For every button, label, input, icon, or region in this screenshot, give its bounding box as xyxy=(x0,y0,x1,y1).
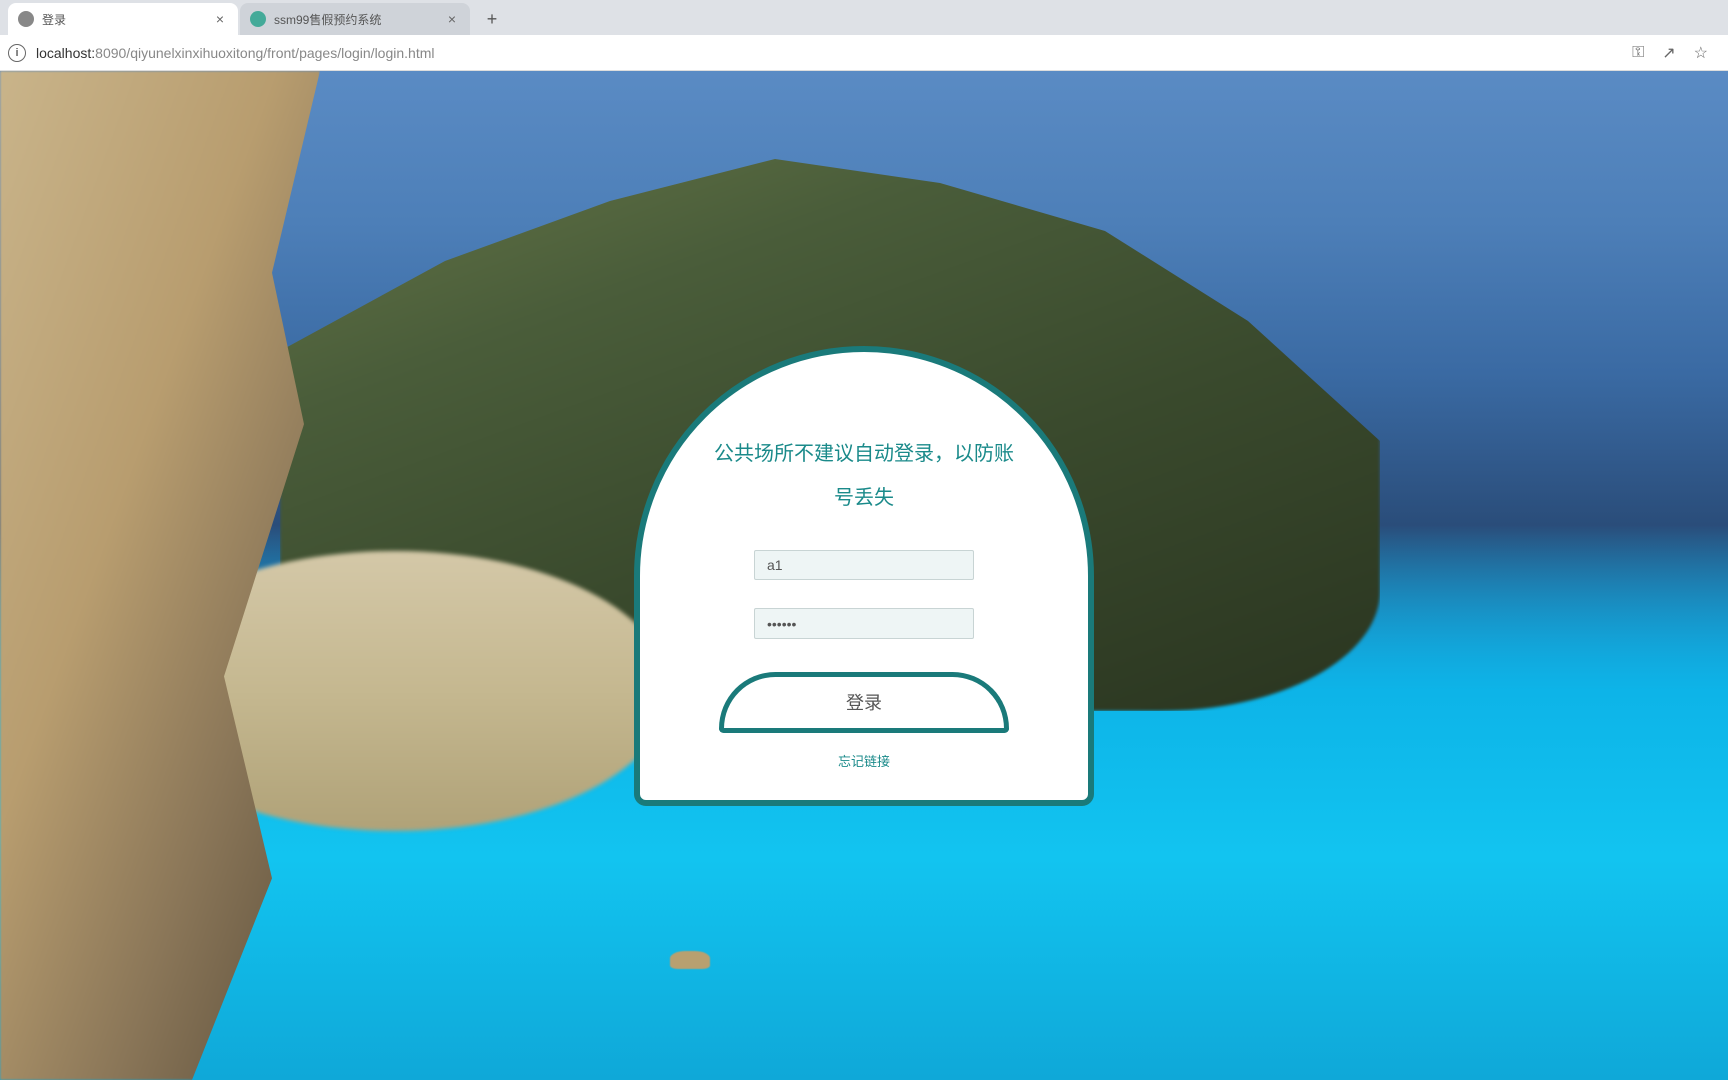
browser-tab-strip: 登录 × ssm99售假预约系统 × + xyxy=(0,0,1728,35)
url-input[interactable]: localhost:8090/qiyunelxinxihuoxitong/fro… xyxy=(36,45,1632,61)
login-button[interactable]: 登录 xyxy=(719,672,1009,733)
app-icon xyxy=(250,11,266,27)
tab-title: ssm99售假预约系统 xyxy=(274,11,444,28)
close-icon[interactable]: × xyxy=(212,9,228,29)
username-input[interactable] xyxy=(754,550,974,581)
key-icon[interactable]: ⚿ xyxy=(1632,44,1644,62)
share-icon[interactable]: ↗ xyxy=(1662,43,1675,63)
password-input[interactable] xyxy=(754,608,974,639)
url-path: 8090/qiyunelxinxihuoxitong/front/pages/l… xyxy=(95,45,434,61)
info-icon[interactable]: i xyxy=(8,44,26,62)
star-icon[interactable]: ☆ xyxy=(1694,43,1708,63)
login-card: 公共场所不建议自动登录，以防账号丢失 登录 忘记链接 xyxy=(634,346,1094,806)
tab-title: 登录 xyxy=(42,11,212,28)
address-bar: i localhost:8090/qiyunelxinxihuoxitong/f… xyxy=(0,35,1728,71)
bg-boat xyxy=(670,951,710,969)
close-icon[interactable]: × xyxy=(444,9,460,29)
url-host: localhost: xyxy=(36,45,95,61)
page-background: 公共场所不建议自动登录，以防账号丢失 登录 忘记链接 xyxy=(0,71,1728,1080)
new-tab-button[interactable]: + xyxy=(478,5,506,33)
browser-tab-active[interactable]: 登录 × xyxy=(8,3,238,35)
browser-tab-inactive[interactable]: ssm99售假预约系统 × xyxy=(240,3,470,35)
login-notice: 公共场所不建议自动登录，以防账号丢失 xyxy=(690,432,1038,520)
toolbar-right: ⚿ ↗ ☆ xyxy=(1632,43,1720,63)
globe-icon xyxy=(18,11,34,27)
forgot-link[interactable]: 忘记链接 xyxy=(838,751,890,770)
